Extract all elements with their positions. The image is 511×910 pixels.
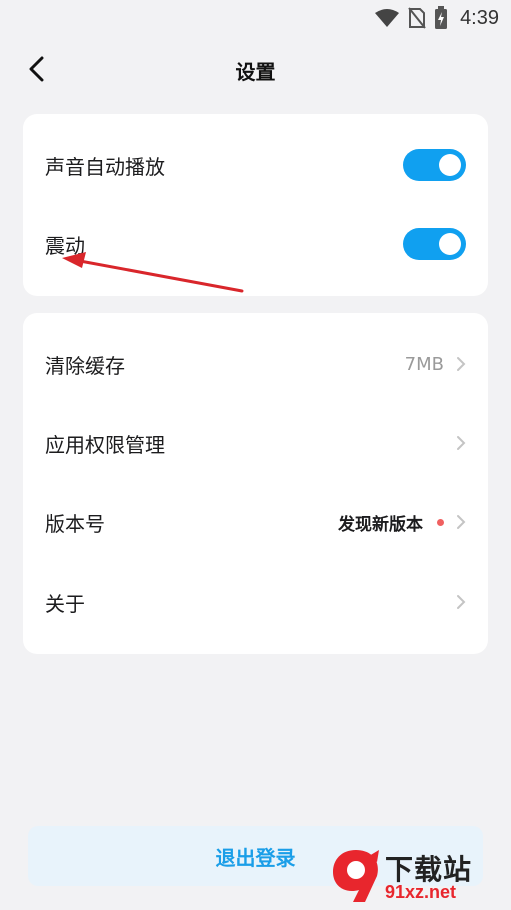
chevron-right-icon	[454, 434, 468, 452]
setting-label: 清除缓存	[45, 353, 125, 378]
setting-row-clear-cache[interactable]: 清除缓存 7MB	[23, 324, 488, 404]
auto-play-sound-toggle[interactable]	[403, 149, 466, 181]
red-dot-badge	[437, 518, 444, 526]
no-sim-icon	[408, 7, 426, 29]
status-time: 4:39	[460, 6, 499, 29]
status-bar: 4:39	[0, 0, 511, 36]
toggle-knob	[439, 233, 461, 255]
chevron-right-icon	[454, 593, 468, 611]
watermark-logo-icon	[333, 850, 379, 902]
wifi-icon	[374, 8, 400, 28]
cache-size-value: 7MB	[404, 353, 444, 375]
setting-row-version[interactable]: 版本号 发现新版本	[23, 482, 488, 562]
site-watermark: 下载站 91xz.net	[329, 846, 507, 908]
toggle-knob	[439, 154, 461, 176]
setting-label: 版本号	[45, 511, 105, 536]
setting-label: 关于	[45, 591, 85, 616]
battery-charging-icon	[434, 6, 448, 30]
new-version-text: 发现新版本	[338, 514, 423, 535]
settings-card-list: 清除缓存 7MB 应用权限管理 版本号 发现新版本 关于	[23, 313, 488, 654]
chevron-right-icon	[454, 513, 468, 531]
chevron-right-icon	[454, 355, 468, 373]
vibration-toggle[interactable]	[403, 228, 466, 260]
setting-row-auto-play-sound[interactable]: 声音自动播放	[23, 125, 488, 205]
setting-label: 声音自动播放	[45, 154, 165, 179]
setting-label: 应用权限管理	[45, 432, 165, 457]
settings-card-toggles: 声音自动播放 震动	[23, 114, 488, 296]
setting-row-app-permissions[interactable]: 应用权限管理	[23, 403, 488, 483]
nav-bar: 设置	[0, 44, 511, 94]
page-title: 设置	[235, 60, 276, 84]
watermark-text-bottom: 91xz.net	[385, 882, 457, 902]
setting-row-about[interactable]: 关于	[23, 562, 488, 642]
setting-label: 震动	[45, 233, 85, 258]
setting-row-vibration[interactable]: 震动	[23, 204, 488, 284]
